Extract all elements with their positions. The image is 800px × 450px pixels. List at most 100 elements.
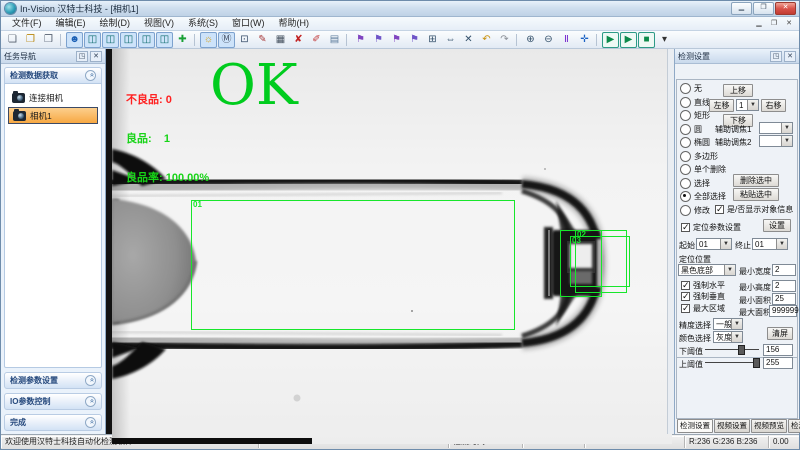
connect-camera-item[interactable]: 连接相机: [8, 89, 98, 107]
position-mode-select[interactable]: 黑色底部▼: [678, 264, 736, 276]
toolbar-icon[interactable]: ✛: [576, 32, 593, 48]
min-width-input[interactable]: 2: [772, 264, 796, 276]
min-height-input[interactable]: 2: [772, 280, 796, 292]
start-select[interactable]: 01▼: [696, 238, 732, 250]
toolbar-icon[interactable]: ✎: [254, 32, 271, 48]
image-viewport[interactable]: 01 02 03 不良品: 0 良品: 1 良品率: 100.00% OK: [106, 49, 674, 434]
lower-threshold-input[interactable]: 156: [763, 344, 793, 356]
shape-radio-option[interactable]: 无: [680, 82, 726, 96]
toolbar-icon[interactable]: ◫: [138, 32, 155, 48]
mdi-restore-icon[interactable]: ❐: [768, 18, 780, 29]
toolbar-icon[interactable]: ⚑: [352, 32, 369, 48]
camera1-item[interactable]: 相机1: [8, 107, 98, 124]
toolbar-icon[interactable]: ▾: [656, 32, 673, 48]
aux-focus1-select[interactable]: ▼: [759, 122, 793, 134]
toolbar-icon[interactable]: ◫: [120, 32, 137, 48]
collapse-chevron-icon[interactable]: «: [85, 70, 96, 81]
clear-screen-button[interactable]: 清屏: [767, 327, 793, 340]
menu-item[interactable]: 文件(F): [5, 17, 49, 30]
menu-item[interactable]: 绘制(D): [93, 17, 138, 30]
color-select[interactable]: 灰度▼: [713, 331, 743, 343]
toolbar-icon[interactable]: ⊖: [540, 32, 557, 48]
toolbar-icon[interactable]: ▶: [620, 32, 637, 48]
menu-item[interactable]: 系统(S): [181, 17, 225, 30]
toolbar-icon[interactable]: ⚑: [388, 32, 405, 48]
setup-button[interactable]: 设置: [763, 219, 791, 232]
toolbar-icon[interactable]: ✚: [174, 32, 191, 48]
toolbar-icon[interactable]: ↶: [478, 32, 495, 48]
nav-section-collapsed[interactable]: IO参数控制 «: [4, 393, 102, 410]
toolbar-icon[interactable]: ⊕: [522, 32, 539, 48]
shape-radio-option[interactable]: 多边形: [680, 150, 726, 164]
toolbar-icon[interactable]: ☼: [200, 32, 217, 48]
toolbar-icon[interactable]: ◫: [84, 32, 101, 48]
lower-threshold-slider[interactable]: [705, 344, 759, 354]
settings-bottom-tab[interactable]: 检测设置: [677, 419, 713, 433]
position-params-checkbox[interactable]: 定位参数设置: [681, 222, 741, 233]
nav-section-collapsed[interactable]: 完成 «: [4, 414, 102, 431]
toolbar-icon[interactable]: Ⓜ: [218, 32, 235, 48]
delete-selected-button[interactable]: 删除选中: [733, 174, 779, 187]
precision-select[interactable]: 一般▼: [713, 318, 743, 330]
settings-bottom-tab[interactable]: 视频预览: [751, 419, 787, 433]
paste-selected-button[interactable]: 粘贴选中: [733, 188, 779, 201]
collapse-chevron-icon[interactable]: «: [85, 375, 96, 386]
menu-item[interactable]: 编辑(E): [49, 17, 93, 30]
shape-radio-option[interactable]: 全部选择: [680, 190, 726, 204]
toolbar-icon[interactable]: ⊞: [424, 32, 441, 48]
shape-radio-option[interactable]: 单个删除: [680, 163, 726, 177]
toolbar-icon[interactable]: ⇔: [442, 32, 459, 48]
toolbar-icon[interactable]: ⚑: [406, 32, 423, 48]
move-up-button[interactable]: 上移: [723, 84, 753, 97]
aux-focus2-select[interactable]: ▼: [759, 135, 793, 147]
toolbar-icon[interactable]: ❐: [22, 32, 39, 48]
panel-pin-icon[interactable]: ◳: [76, 51, 88, 62]
toolbar-icon[interactable]: ❒: [40, 32, 57, 48]
max-region-checkbox[interactable]: 最大区域: [681, 303, 725, 314]
settings-bottom-tab[interactable]: 检测结果: [788, 419, 800, 433]
panel-close-icon[interactable]: ✕: [90, 51, 102, 62]
roi-cap-03[interactable]: 03: [570, 236, 630, 287]
mdi-minimize-icon[interactable]: ▁: [753, 18, 765, 29]
collapse-chevron-icon[interactable]: «: [85, 396, 96, 407]
toolbar-icon[interactable]: ▦: [272, 32, 289, 48]
close-button[interactable]: ✕: [775, 2, 796, 15]
toolbar-icon[interactable]: ⊡: [236, 32, 253, 48]
upper-threshold-slider[interactable]: [705, 357, 759, 367]
maximize-button[interactable]: ❐: [753, 2, 774, 15]
toolbar-icon[interactable]: ✐: [308, 32, 325, 48]
roi-body[interactable]: 01: [191, 200, 515, 330]
panel-close-icon[interactable]: ✕: [784, 51, 796, 62]
toolbar-icon[interactable]: Ⅱ: [558, 32, 575, 48]
force-vertical-checkbox[interactable]: 强制垂直: [681, 291, 725, 302]
move-index-select[interactable]: 1▼: [736, 99, 759, 111]
shape-radio-option[interactable]: 选择: [680, 177, 726, 191]
panel-pin-icon[interactable]: ◳: [770, 51, 782, 62]
force-horizontal-checkbox[interactable]: 强制水平: [681, 280, 725, 291]
toolbar-icon[interactable]: ⚑: [370, 32, 387, 48]
toolbar-icon[interactable]: ✕: [460, 32, 477, 48]
min-area-input[interactable]: 25: [772, 293, 796, 305]
toolbar-icon[interactable]: ✘: [290, 32, 307, 48]
minimize-button[interactable]: ▁: [731, 2, 752, 15]
settings-bottom-tab[interactable]: 视频设置: [714, 419, 750, 433]
section-data-acquire[interactable]: 检测数据获取 «: [4, 67, 102, 83]
end-select[interactable]: 01▼: [752, 238, 788, 250]
toolbar-icon[interactable]: ▤: [326, 32, 343, 48]
collapse-chevron-icon[interactable]: «: [85, 417, 96, 428]
menu-item[interactable]: 窗口(W): [225, 17, 272, 30]
toolbar-icon[interactable]: ↷: [496, 32, 513, 48]
toolbar-icon[interactable]: ◫: [156, 32, 173, 48]
move-left-button[interactable]: 左移: [709, 99, 734, 112]
menu-item[interactable]: 视图(V): [137, 17, 181, 30]
move-right-button[interactable]: 右移: [761, 99, 786, 112]
menu-item[interactable]: 帮助(H): [272, 17, 317, 30]
toolbar-icon[interactable]: ◫: [102, 32, 119, 48]
max-area-input[interactable]: 999999: [769, 305, 797, 317]
nav-section-collapsed[interactable]: 检测参数设置 «: [4, 372, 102, 389]
toolbar-icon[interactable]: ❏: [4, 32, 21, 48]
toolbar-icon[interactable]: ☻: [66, 32, 83, 48]
toolbar-icon[interactable]: ■: [638, 32, 655, 48]
show-object-info-checkbox[interactable]: 是/否显示对象信息: [715, 204, 793, 215]
mdi-close-icon[interactable]: ✕: [783, 18, 795, 29]
